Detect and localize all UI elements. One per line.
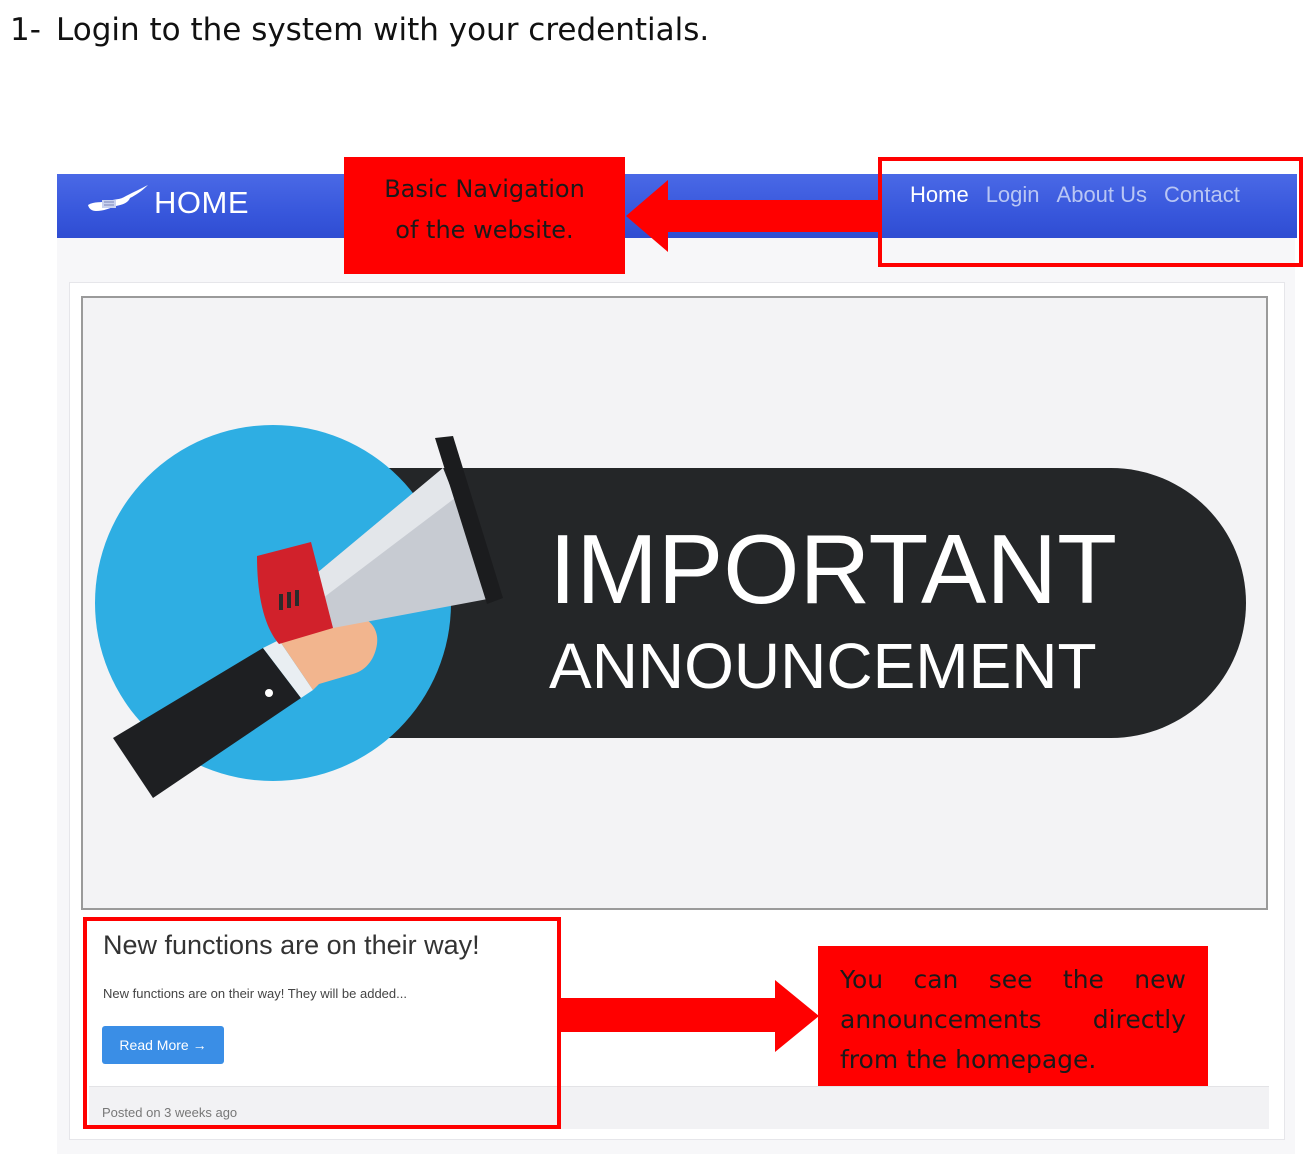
- hero-image: IMPORTANT ANNOUNCEMENT: [81, 296, 1268, 910]
- nav-highlight-box: [878, 157, 1303, 267]
- annotation-word: see: [988, 965, 1033, 994]
- nav-annotation-line1: Basic Navigation: [384, 175, 585, 203]
- cyprus-map-logo-icon: [84, 181, 150, 225]
- post-highlight-box: [83, 917, 561, 1129]
- instruction-step: 1- Login to the system with your credenti…: [10, 12, 709, 48]
- annotation-word: new: [1134, 965, 1186, 994]
- hero-title-line2: ANNOUNCEMENT: [549, 630, 1097, 702]
- nav-annotation: Basic Navigation of the website.: [344, 157, 625, 274]
- news-annotation-line1: You can see the new: [840, 960, 1186, 1000]
- annotation-word: You: [840, 965, 884, 994]
- news-annotation: You can see the new announcements direct…: [818, 946, 1208, 1086]
- nav-annotation-line2: of the website.: [395, 216, 574, 244]
- annotation-word: the: [1062, 965, 1104, 994]
- annotation-word: can: [913, 965, 959, 994]
- news-annotation-line3: from the homepage.: [840, 1045, 1097, 1074]
- brand-text: HOME: [154, 185, 249, 220]
- annotation-word: announcements: [840, 1005, 1042, 1034]
- annotation-word: directly: [1092, 1005, 1186, 1034]
- nav-arrow-icon: [626, 180, 880, 252]
- news-annotation-line2: announcements directly: [840, 1000, 1186, 1040]
- navbar-brand[interactable]: HOME: [84, 178, 249, 228]
- step-text: Login to the system with your credential…: [56, 12, 710, 48]
- hero-title-line1: IMPORTANT: [549, 514, 1117, 624]
- step-number: 1-: [10, 12, 41, 48]
- post-arrow-icon: [561, 980, 819, 1052]
